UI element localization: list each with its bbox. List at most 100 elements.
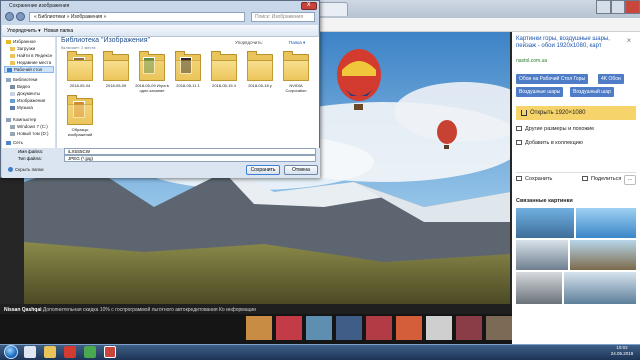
sidebar-item-drive-d[interactable]: Новый том (D:)	[10, 131, 49, 136]
add-collection-link[interactable]: Добавить в коллекцию	[516, 140, 583, 146]
share-button[interactable]: Поделиться	[582, 176, 621, 182]
dialog-footer: Скрыть папки Сохранить Отмена	[2, 162, 320, 178]
sidebar-item-music[interactable]: Музыка	[10, 105, 33, 110]
sidebar-item-documents[interactable]: Документы	[10, 91, 40, 96]
folder-item[interactable]: NVIDIA Corporation	[281, 51, 311, 93]
dialog-close-button[interactable]	[301, 1, 317, 10]
related-image-5[interactable]	[516, 272, 562, 304]
folder-icon	[67, 95, 93, 125]
dialog-search-input[interactable]: Поиск: Изображения	[251, 12, 315, 22]
folder-item[interactable]: Образцы изображений	[65, 95, 95, 137]
folder-icon	[175, 51, 201, 81]
thumbnail-1[interactable]	[246, 316, 272, 340]
cancel-button[interactable]: Отмена	[284, 165, 318, 175]
close-icon[interactable]: ×	[624, 36, 634, 46]
app-icon[interactable]	[84, 346, 96, 358]
browser-tab[interactable]	[318, 2, 348, 16]
library-title: Библиотека "Изображения"	[61, 37, 150, 44]
viewer-caption[interactable]: Дополнительная скидка 10% с госпрограммо…	[43, 307, 218, 313]
back-arrow-icon[interactable]	[5, 12, 14, 21]
sidebar-item-desktop[interactable]: Рабочий стол	[4, 66, 54, 73]
video-icon	[10, 85, 15, 89]
filename-input[interactable]: iLX5S5CW	[64, 148, 316, 155]
drive-icon	[10, 132, 15, 136]
filetype-label: Тип файла:	[18, 156, 42, 161]
start-button[interactable]	[4, 345, 18, 359]
desktop-icon	[7, 68, 12, 72]
thumbnail-7[interactable]	[426, 316, 452, 340]
minimize-button[interactable]	[596, 0, 611, 14]
share-icon	[582, 176, 588, 181]
sidebar-item-label: Избранное	[13, 39, 36, 44]
viewer-more-info[interactable]: Ко информации	[219, 307, 256, 313]
thumbnail-4[interactable]	[336, 316, 362, 340]
panel-site-link[interactable]: nastol.com.ua	[516, 58, 547, 64]
folder-item[interactable]: 2018-05-11 1	[173, 51, 203, 88]
folder-item[interactable]: 2018-05-18 у	[245, 51, 275, 88]
breadcrumb[interactable]: « Библиотеки » Изображения »	[29, 12, 245, 22]
thumbnail-9[interactable]	[486, 316, 512, 340]
thumbnail-5[interactable]	[366, 316, 392, 340]
thumbnail-6[interactable]	[396, 316, 422, 340]
sidebar-item-video[interactable]: Видео	[10, 84, 30, 89]
maximize-button[interactable]	[610, 0, 626, 14]
sidebar-item-downloads[interactable]: Загрузки	[10, 46, 35, 51]
sidebar-item-recent[interactable]: Недавние места	[10, 60, 51, 65]
filetype-row: Тип файла: JPEG (*.jpg)	[2, 155, 320, 162]
related-image-2[interactable]	[576, 208, 636, 238]
new-folder-button[interactable]: Новая папка	[44, 25, 73, 37]
folder-icon	[10, 47, 15, 51]
sidebar-item-images[interactable]: Изображения	[10, 98, 45, 103]
system-clock[interactable]: 10:02 24.05.2018	[606, 345, 638, 359]
folder-label: NVIDIA Corporation	[285, 83, 307, 93]
folder-icon	[211, 51, 237, 81]
related-image-1[interactable]	[516, 208, 574, 238]
thumbnail-3[interactable]	[306, 316, 332, 340]
hide-folders-toggle[interactable]: Скрыть папки	[8, 167, 43, 172]
folder-item[interactable]: 2018-05-09	[101, 51, 131, 88]
explorer-icon[interactable]	[44, 346, 56, 358]
sidebar-item-label: Загрузки	[17, 46, 36, 51]
arrange-dropdown[interactable]: Папка ▾	[289, 40, 305, 46]
computer-icon	[6, 118, 11, 122]
sidebar-item-favorites[interactable]: Избранное	[6, 39, 36, 44]
sidebar-item-computer[interactable]: Компьютер	[6, 117, 36, 122]
tag-chip-balloon[interactable]: Воздушный шар	[570, 87, 614, 97]
active-app-icon[interactable]	[104, 346, 116, 358]
close-button[interactable]	[625, 0, 640, 14]
panel-title-link[interactable]: Картинки горы, воздушные шары, пейзаж - …	[516, 36, 620, 50]
folder-item[interactable]: 2018-05-15 4	[209, 51, 239, 88]
sidebar-item-network[interactable]: Сеть	[6, 140, 23, 145]
yandex-browser-icon[interactable]	[64, 346, 76, 358]
save-image-button[interactable]: Сохранить	[516, 176, 552, 182]
other-sizes-link[interactable]: Другие размеры и похожие	[516, 126, 594, 132]
thumbnail-2[interactable]	[276, 316, 302, 340]
clock-date: 24.05.2018	[610, 351, 634, 356]
folder-item[interactable]: 2018-05-04	[65, 51, 95, 88]
library-subtitle[interactable]: Включает: 2 места	[61, 45, 96, 50]
thumbnail-8[interactable]	[456, 316, 482, 340]
taskbar	[0, 344, 640, 360]
tag-chip-wallpaper-mountains[interactable]: Обои на Рабочий Стол Горы	[516, 74, 589, 84]
more-options-button[interactable]: ...	[624, 175, 636, 185]
save-button[interactable]: Сохранить	[246, 165, 280, 175]
related-image-3[interactable]	[516, 240, 568, 270]
folder-item[interactable]: 2018-05-09 Игра в одно касание	[135, 51, 169, 93]
sidebar-item-label: Windows 7 (C:)	[17, 124, 48, 129]
folder-label: Образцы изображений	[67, 127, 93, 137]
related-image-4[interactable]	[570, 240, 636, 270]
sidebar-item-find-yandex[interactable]: Найти в Яндексе	[10, 53, 52, 58]
open-full-size-button[interactable]: Открыть 1920×1080	[516, 106, 636, 120]
sidebar-item-drive-c[interactable]: Windows 7 (C:)	[10, 124, 48, 129]
folder-label: 2018-05-04	[69, 83, 91, 88]
tag-chip-balloons[interactable]: Воздушные шары	[516, 87, 564, 97]
filetype-select[interactable]: JPEG (*.jpg)	[64, 155, 316, 162]
sidebar-item-label: Сеть	[13, 140, 24, 145]
sidebar-item-libraries[interactable]: Библиотеки	[6, 77, 37, 82]
dialog-nav-row: « Библиотеки » Изображения » Поиск: Изоб…	[3, 11, 319, 24]
ie-icon[interactable]	[24, 346, 36, 358]
related-image-6[interactable]	[564, 272, 636, 304]
tag-chip-4k[interactable]: 4K Обои	[598, 74, 624, 84]
forward-arrow-icon[interactable]	[16, 12, 25, 21]
organize-menu[interactable]: Упорядочить ▾	[7, 25, 41, 37]
